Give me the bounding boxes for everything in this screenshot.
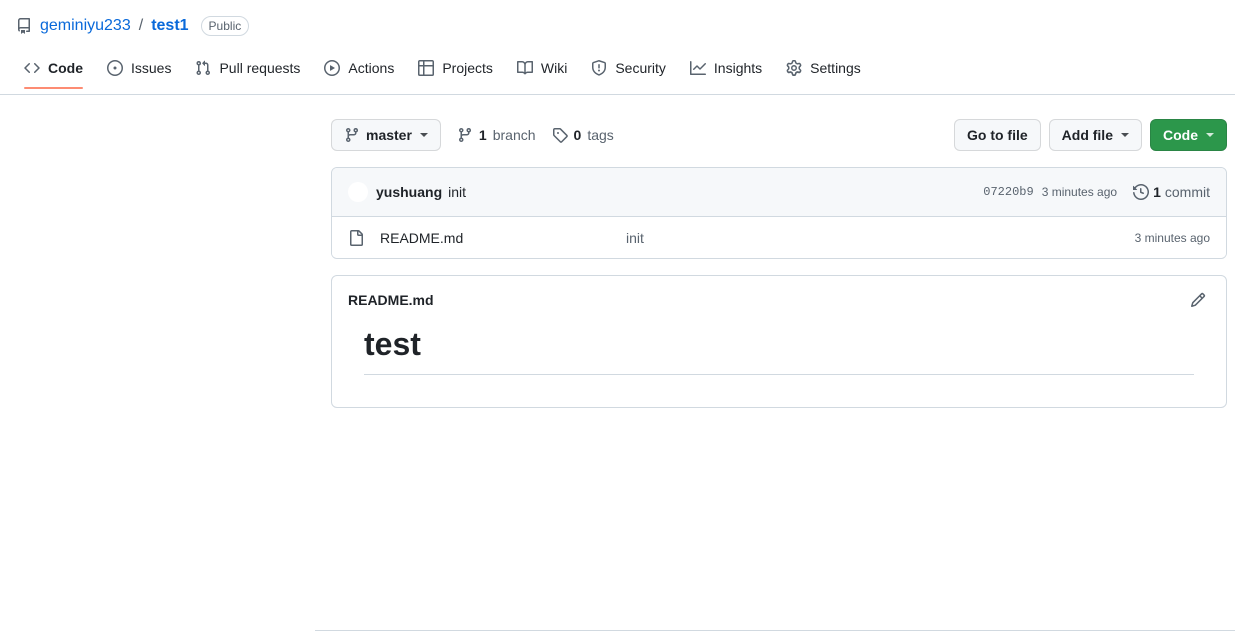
visibility-badge: Public (201, 16, 250, 36)
history-icon (1133, 184, 1149, 200)
tab-settings[interactable]: Settings (778, 50, 869, 88)
pencil-icon[interactable] (1186, 288, 1210, 312)
tab-pull-requests[interactable]: Pull requests (187, 50, 308, 88)
repository-title: geminiyu233 / test1 Public (16, 16, 1219, 36)
repo-icon (16, 18, 32, 34)
tab-wiki[interactable]: Wiki (509, 50, 575, 88)
commit-count-label: commit (1165, 184, 1210, 200)
git-branch-icon (457, 127, 473, 143)
tab-security[interactable]: Security (583, 50, 674, 88)
tab-pull-requests-label: Pull requests (219, 58, 300, 78)
play-icon (324, 60, 340, 76)
tab-settings-label: Settings (810, 58, 861, 78)
add-file-label: Add file (1062, 125, 1113, 145)
avatar (348, 182, 368, 202)
repository-nav: Code Issues Pull requests (0, 50, 1235, 95)
commit-message[interactable]: init (448, 184, 466, 200)
tab-wiki-label: Wiki (541, 58, 567, 78)
issue-opened-icon (107, 60, 123, 76)
git-pull-request-icon (195, 60, 211, 76)
table-icon (418, 60, 434, 76)
file-commit-message[interactable]: init (626, 230, 1135, 246)
file-commit-time: 3 minutes ago (1135, 231, 1210, 245)
file-listing-box: yushuang init 07220b9 3 minutes ago 1 (331, 167, 1227, 259)
main-content: master 1 branch (0, 95, 1235, 408)
tab-actions[interactable]: Actions (316, 50, 402, 88)
readme-heading: test (364, 324, 1194, 375)
repo-toolbar: master 1 branch (331, 119, 1227, 151)
tab-projects[interactable]: Projects (410, 50, 501, 88)
tab-code-label: Code (48, 58, 83, 78)
chevron-down-icon (1121, 133, 1129, 137)
repository-header: geminiyu233 / test1 Public (0, 0, 1235, 36)
commit-time: 3 minutes ago (1042, 185, 1117, 199)
chevron-down-icon (420, 133, 428, 137)
code-button[interactable]: Code (1150, 119, 1227, 151)
footer-divider (315, 630, 1235, 631)
content-container: master 1 branch (331, 119, 1227, 408)
tab-actions-label: Actions (348, 58, 394, 78)
commit-author[interactable]: yushuang (376, 184, 442, 200)
branch-selector-button[interactable]: master (331, 119, 441, 151)
tag-count-label: tags (587, 125, 613, 145)
readme-header: README.md (332, 276, 1226, 324)
branch-count-link[interactable]: 1 branch (457, 125, 536, 145)
repo-name-link[interactable]: test1 (151, 16, 188, 36)
tag-count-link[interactable]: 0 tags (552, 125, 614, 145)
code-icon (24, 60, 40, 76)
commit-count-link[interactable]: 1 commit (1133, 184, 1210, 200)
shield-icon (591, 60, 607, 76)
nav-tab-list: Code Issues Pull requests (16, 50, 1219, 95)
tab-insights[interactable]: Insights (682, 50, 770, 88)
branch-count-value: 1 (479, 125, 487, 145)
repo-owner-link[interactable]: geminiyu233 (40, 16, 131, 36)
commit-count-value: 1 (1153, 184, 1161, 200)
tab-code[interactable]: Code (16, 50, 91, 88)
code-button-label: Code (1163, 125, 1198, 145)
branch-count-label: branch (493, 125, 536, 145)
go-to-file-button[interactable]: Go to file (954, 119, 1041, 151)
commit-sha[interactable]: 07220b9 (983, 185, 1033, 199)
graph-icon (690, 60, 706, 76)
tag-count-value: 0 (574, 125, 582, 145)
book-icon (517, 60, 533, 76)
file-name-link[interactable]: README.md (364, 230, 626, 246)
repo-separator: / (139, 16, 143, 36)
add-file-button[interactable]: Add file (1049, 119, 1142, 151)
tab-security-label: Security (615, 58, 666, 78)
tab-projects-label: Projects (442, 58, 493, 78)
gear-icon (786, 60, 802, 76)
table-row[interactable]: README.md init 3 minutes ago (332, 217, 1226, 258)
chevron-down-icon (1206, 133, 1214, 137)
git-branch-icon (344, 127, 360, 143)
tab-insights-label: Insights (714, 58, 762, 78)
toolbar-actions: Go to file Add file Code (954, 119, 1227, 151)
readme-body: test (332, 324, 1226, 407)
file-icon (348, 230, 364, 246)
repository-page: geminiyu233 / test1 Public Code (0, 0, 1235, 641)
commit-meta: 07220b9 3 minutes ago 1 commit (983, 184, 1210, 200)
branch-selector-label: master (366, 125, 412, 145)
readme-title: README.md (348, 292, 434, 308)
latest-commit-bar: yushuang init 07220b9 3 minutes ago 1 (332, 168, 1226, 217)
tag-icon (552, 127, 568, 143)
readme-panel: README.md test (331, 275, 1227, 408)
tab-issues[interactable]: Issues (99, 50, 179, 88)
tab-issues-label: Issues (131, 58, 171, 78)
